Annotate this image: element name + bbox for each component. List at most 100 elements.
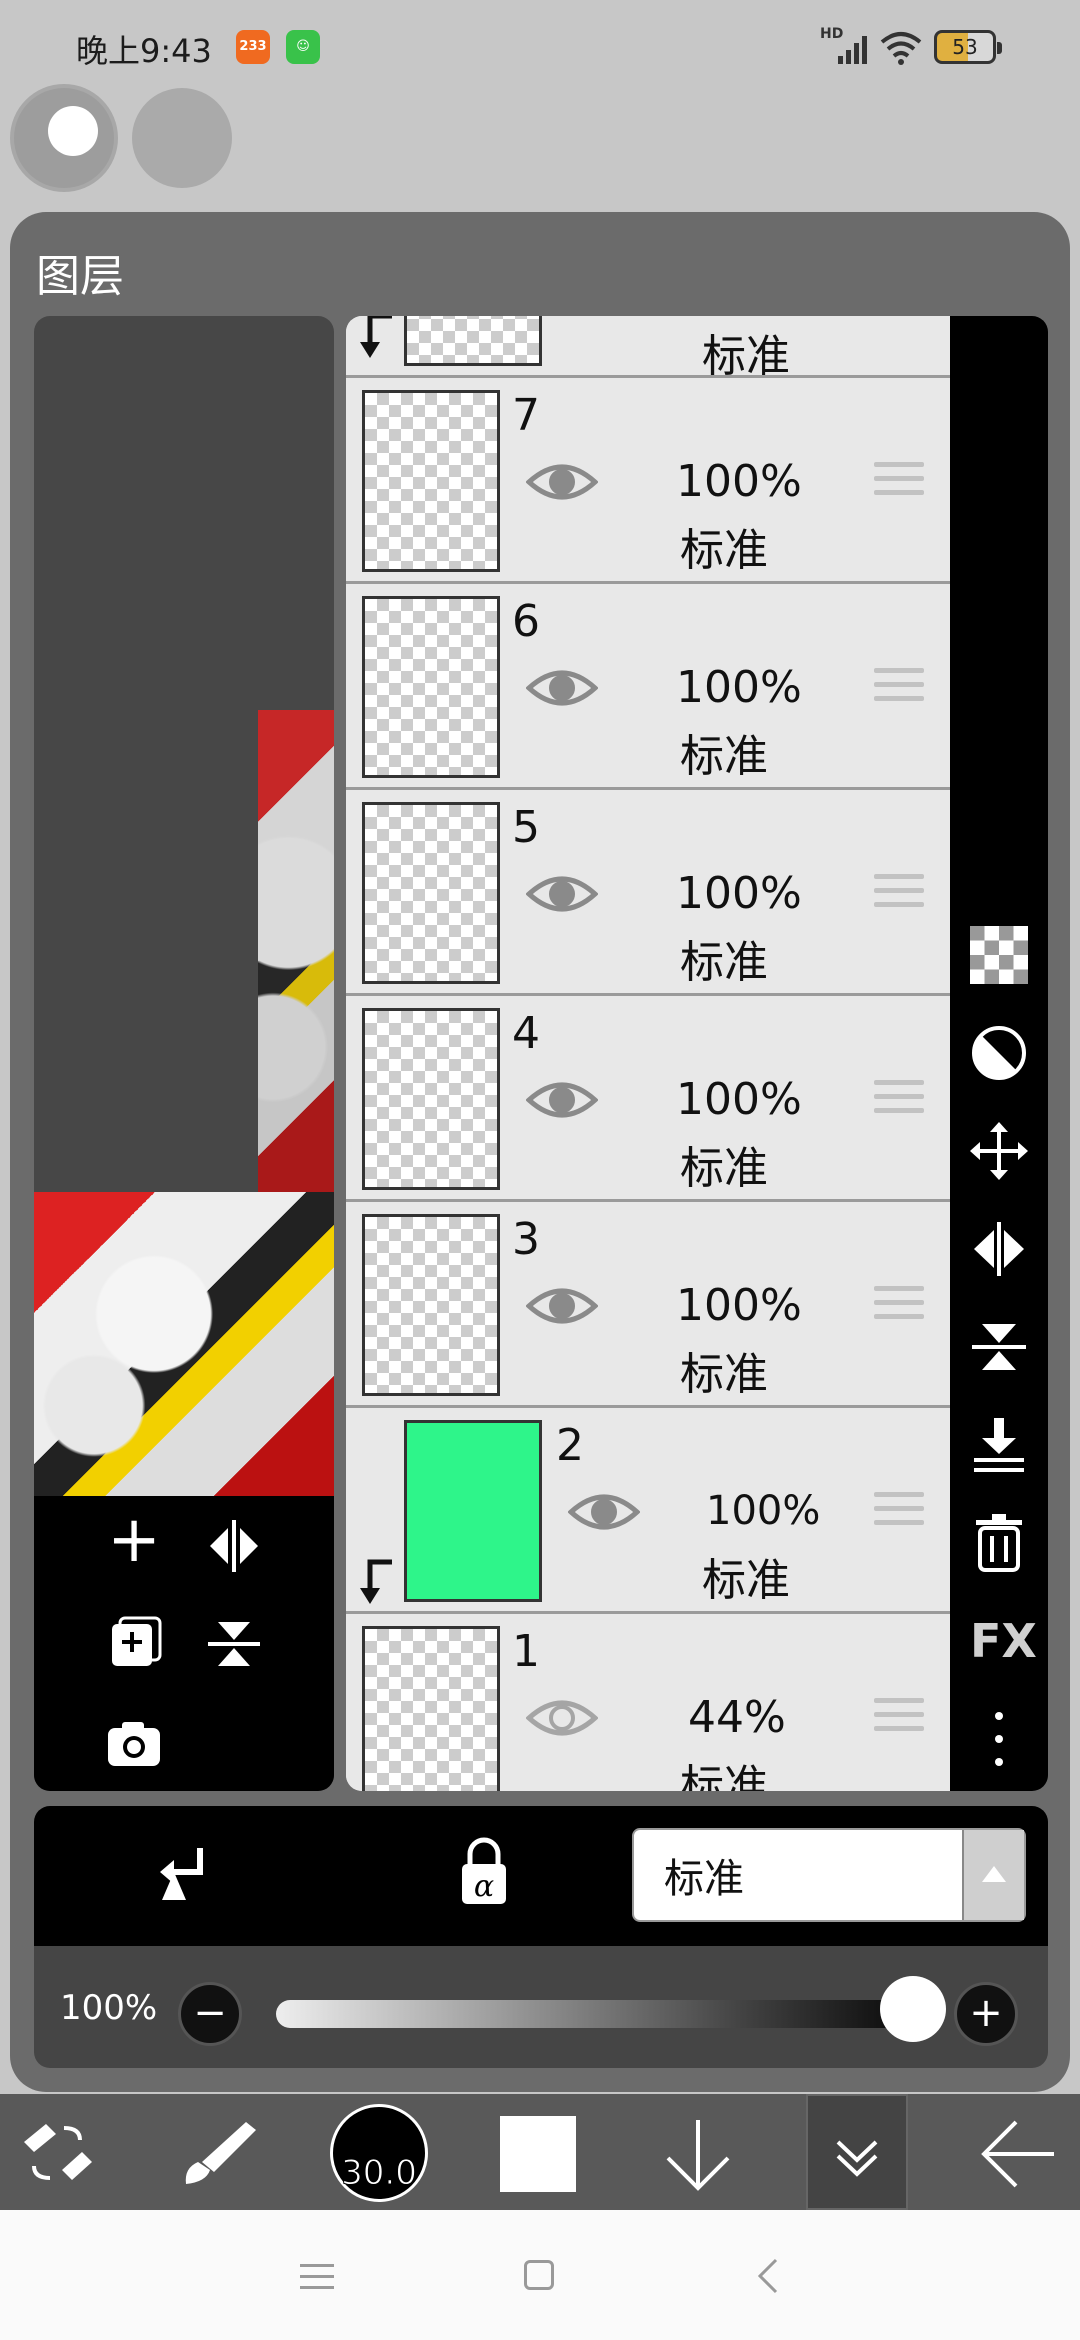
visibility-eye-icon[interactable]: [568, 1486, 640, 1538]
battery-indicator: 53: [934, 30, 1002, 64]
wifi-icon: [880, 32, 922, 65]
bottom-toolbar: 30.0: [0, 2094, 1080, 2210]
menu-icon[interactable]: [300, 2262, 334, 2292]
opacity-slider[interactable]: [276, 2000, 936, 2028]
layer-opacity: 100%: [676, 662, 802, 713]
layer-number: 2: [556, 1420, 584, 1471]
brush-size-value: 30.0: [341, 2153, 418, 2194]
layer-thumbnail[interactable]: [362, 802, 500, 984]
layer-opacity: 100%: [676, 868, 802, 919]
clip-arrow-icon: [360, 316, 392, 358]
layer-blend-mode: 标准: [680, 1761, 768, 1791]
layer-row[interactable]: 3 100% 标准: [346, 1202, 950, 1408]
delete-icon[interactable]: [970, 1514, 1028, 1572]
layer-blend-mode: 标准: [702, 1555, 790, 1606]
layer-thumbnail[interactable]: [362, 1008, 500, 1190]
layer-row[interactable]: 1 44% 标准: [346, 1614, 950, 1791]
status-bar: 晚上9:43 233 ☺ HD 53: [0, 0, 1080, 100]
artwork-strip: [258, 710, 334, 1192]
flip-vertical-icon[interactable]: [204, 1614, 264, 1674]
camera-icon[interactable]: [104, 1714, 164, 1774]
artwork-preview: [34, 1192, 334, 1497]
status-time: 晚上9:43: [76, 32, 212, 70]
layer-row[interactable]: 5 100% 标准: [346, 790, 950, 996]
drag-handle-icon[interactable]: [874, 462, 924, 502]
layer-row[interactable]: 7 100% 标准: [346, 378, 950, 584]
layer-thumbnail[interactable]: [362, 390, 500, 572]
layer-row[interactable]: 6 100% 标准: [346, 584, 950, 790]
drag-handle-icon[interactable]: [874, 1080, 924, 1120]
back-icon[interactable]: [756, 2258, 780, 2294]
checkerboard-icon[interactable]: [970, 926, 1028, 984]
layer-list[interactable]: 标准 7 100% 标准 6 100% 标准 5 100% 标准 4 100% 标准 3 100% 标准 2 10…: [346, 316, 950, 1791]
blend-mode-select[interactable]: 标准: [632, 1828, 1026, 1922]
layer-row[interactable]: 2 100% 标准: [346, 1408, 950, 1614]
visibility-eye-icon[interactable]: [526, 1692, 598, 1744]
opacity-label: 100%: [60, 1988, 158, 2028]
visibility-eye-icon[interactable]: [526, 868, 598, 920]
home-icon[interactable]: [524, 2260, 554, 2290]
layer-blend-mode: 标准: [680, 937, 768, 988]
clip-arrow-icon: [360, 1559, 392, 1604]
layer-blend-mode: 标准: [680, 525, 768, 576]
duplicate-layer-icon[interactable]: [104, 1614, 164, 1674]
drag-handle-icon[interactable]: [874, 1286, 924, 1326]
more-icon[interactable]: [970, 1710, 1028, 1768]
layer-actions: +: [34, 1496, 334, 1791]
layer-blend-mode: 标准: [680, 1349, 768, 1400]
layer-opacity: 100%: [676, 456, 802, 507]
layer-number: 7: [512, 390, 540, 441]
blend-mode-value: 标准: [664, 1856, 744, 1902]
clipping-icon[interactable]: [156, 1842, 216, 1906]
layer-thumbnail[interactable]: [404, 316, 542, 366]
layer-blend-mode: 标准: [680, 731, 768, 782]
layer-row[interactable]: 标准: [346, 316, 950, 382]
layer-blend-mode: 标准: [680, 1143, 768, 1194]
layer-opacity: 100%: [676, 1074, 802, 1125]
layer-opacity: 44%: [688, 1692, 786, 1743]
move-icon[interactable]: [970, 1122, 1028, 1180]
brush-size-button[interactable]: 30.0: [330, 2104, 428, 2202]
flip-layer-icon[interactable]: [204, 1516, 264, 1576]
visibility-eye-icon[interactable]: [526, 662, 598, 714]
redo-circle-button[interactable]: [132, 88, 232, 188]
add-layer-icon[interactable]: +: [104, 1508, 164, 1572]
flip-horizontal-icon[interactable]: [970, 1220, 1028, 1278]
visibility-eye-icon[interactable]: [526, 1280, 598, 1332]
layer-opacity: 100%: [676, 1280, 802, 1331]
system-nav-bar: [0, 2210, 1080, 2340]
drag-handle-icon[interactable]: [874, 668, 924, 708]
signal-icon: [838, 36, 867, 64]
visibility-eye-icon[interactable]: [526, 456, 598, 508]
dropdown-arrow-icon[interactable]: [962, 1830, 1024, 1920]
half-circle-icon[interactable]: [970, 1024, 1028, 1082]
lock-alpha-icon[interactable]: α: [454, 1836, 514, 1908]
drag-handle-icon[interactable]: [874, 874, 924, 914]
flip-vertical-icon[interactable]: [970, 1318, 1028, 1376]
collapse-panel-button[interactable]: [806, 2094, 908, 2210]
layer-thumbnail[interactable]: [362, 596, 500, 778]
circle-dot-icon: [48, 106, 98, 156]
layer-thumbnail[interactable]: [362, 1214, 500, 1396]
layer-row[interactable]: 4 100% 标准: [346, 996, 950, 1202]
layer-opacity: 100%: [706, 1488, 821, 1534]
layer-thumbnail[interactable]: [404, 1420, 542, 1602]
color-swatch[interactable]: [500, 2116, 576, 2192]
opacity-plus-button[interactable]: +: [954, 1982, 1018, 2046]
layer-blend-mode: 标准: [702, 331, 790, 382]
app-badge-icon: 233: [236, 30, 270, 64]
drag-handle-icon[interactable]: [874, 1698, 924, 1738]
double-chevron-down-icon: [836, 2140, 878, 2177]
undo-circle-button[interactable]: [14, 88, 114, 188]
visibility-eye-icon[interactable]: [526, 1074, 598, 1126]
opacity-minus-button[interactable]: −: [178, 1982, 242, 2046]
layer-thumbnail[interactable]: [362, 1626, 500, 1791]
svg-text:α: α: [474, 1869, 494, 1904]
fx-button[interactable]: FX: [970, 1612, 1037, 1670]
android-icon: ☺: [286, 30, 320, 64]
layer-number: 6: [512, 596, 540, 647]
layer-number: 3: [512, 1214, 540, 1265]
opacity-slider-knob[interactable]: [880, 1976, 946, 2042]
merge-down-icon[interactable]: [970, 1416, 1028, 1474]
drag-handle-icon[interactable]: [874, 1492, 924, 1532]
